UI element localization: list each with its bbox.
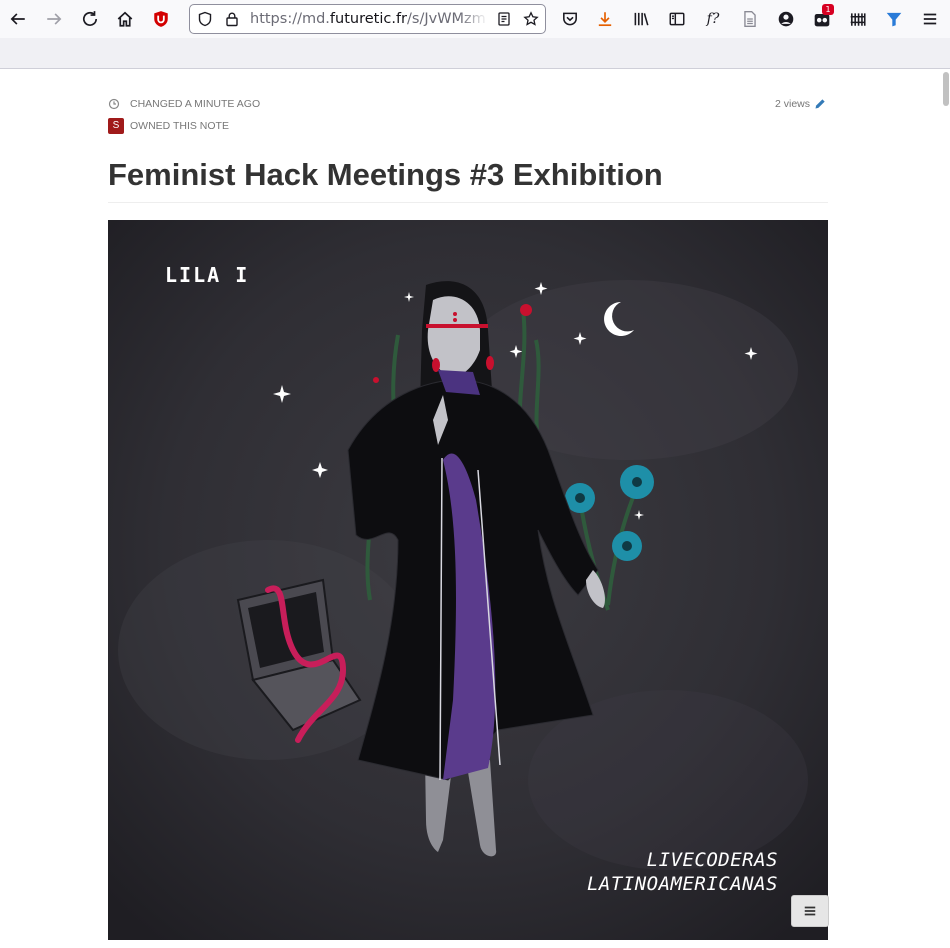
list-icon <box>804 906 816 916</box>
browser-toolbar: https://md.futuretic.fr/s/JvWMzm f? 1 <box>0 0 950 38</box>
function-icon[interactable]: f? <box>700 6 726 32</box>
toolbar-spacer <box>0 38 950 69</box>
url-bar[interactable]: https://md.futuretic.fr/s/JvWMzm <box>189 4 546 34</box>
url-text[interactable]: https://md.futuretic.fr/s/JvWMzm <box>250 10 486 28</box>
url-prefix: https://md. <box>250 11 330 27</box>
note-page: CHANGED A MINUTE AGO S OWNED THIS NOTE 2… <box>0 69 950 948</box>
title-divider <box>108 202 828 203</box>
forward-arrow-icon[interactable] <box>41 6 67 32</box>
download-icon[interactable] <box>592 6 618 32</box>
menu-icon[interactable] <box>917 6 943 32</box>
document-icon[interactable] <box>737 6 763 32</box>
ublock-icon[interactable] <box>148 6 174 32</box>
back-arrow-icon[interactable] <box>5 6 31 32</box>
poster-illustration <box>108 220 828 940</box>
fence-icon[interactable] <box>845 6 871 32</box>
table-of-contents-button[interactable] <box>791 895 829 927</box>
extension-icon[interactable]: 1 <box>809 4 835 32</box>
views-label: 2 views <box>775 98 811 110</box>
poster-credit: LIVECODERAS LATINOAMERICANAS <box>587 848 778 896</box>
owner-avatar[interactable]: S <box>108 118 124 134</box>
home-icon[interactable] <box>112 6 138 32</box>
changed-label: CHANGED A MINUTE AGO <box>130 98 261 110</box>
pencil-icon[interactable] <box>814 98 826 110</box>
funnel-icon[interactable] <box>881 6 907 32</box>
reader-view-icon[interactable] <box>495 10 513 28</box>
credit-line-1: LIVECODERAS <box>646 849 778 871</box>
shield-icon[interactable] <box>196 10 214 28</box>
lock-icon[interactable] <box>223 10 241 28</box>
url-host: futuretic.fr <box>329 11 408 27</box>
bookmark-star-icon[interactable] <box>522 10 540 28</box>
poster-title: LILA I <box>165 263 250 287</box>
url-fade <box>460 8 488 30</box>
note-title: Feminist Hack Meetings #3 Exhibition <box>108 157 663 192</box>
account-icon[interactable] <box>773 6 799 32</box>
scrollbar-thumb[interactable] <box>943 72 949 106</box>
owner-info: S OWNED THIS NOTE <box>108 118 229 134</box>
owner-label: OWNED THIS NOTE <box>130 120 229 132</box>
library-icon[interactable] <box>628 6 654 32</box>
pocket-icon[interactable] <box>557 6 583 32</box>
credit-line-2: LATINOAMERICANAS <box>586 873 778 895</box>
views-count: 2 views <box>775 98 826 110</box>
clock-icon <box>108 98 120 110</box>
changed-info: CHANGED A MINUTE AGO <box>108 98 260 110</box>
sidebar-icon[interactable] <box>664 6 690 32</box>
reload-icon[interactable] <box>77 6 103 32</box>
exhibition-poster: LILA I LIVECODERAS LATINOAMERICANAS <box>108 220 828 940</box>
notification-badge: 1 <box>822 4 834 15</box>
